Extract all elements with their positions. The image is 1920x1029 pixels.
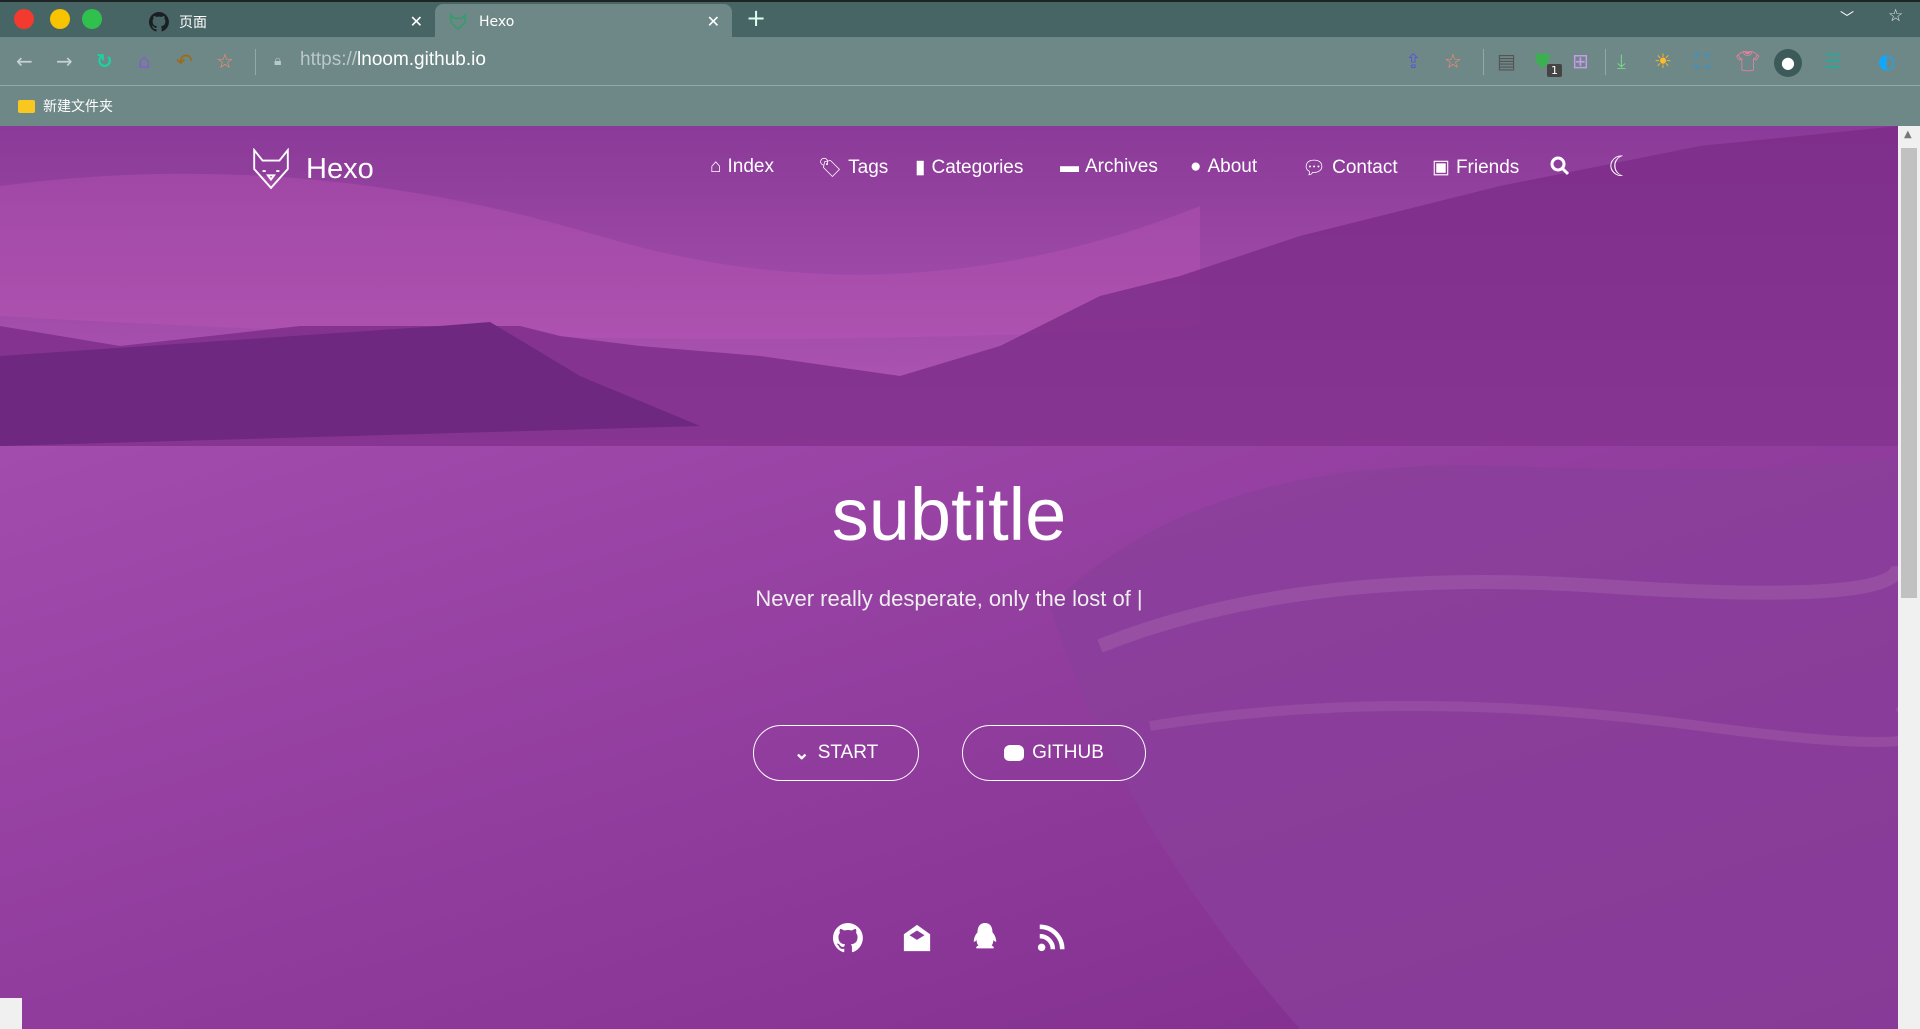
user-circle-icon: ● bbox=[1190, 156, 1202, 177]
address-bar[interactable]: https://lnoom.github.io bbox=[300, 49, 486, 71]
close-tab-icon[interactable]: ✕ bbox=[410, 12, 423, 31]
tab-hexo[interactable]: Hexo ✕ bbox=[435, 4, 732, 39]
extension-badge: 1 bbox=[1547, 64, 1562, 77]
nav-friends[interactable]: ▣ Friends bbox=[1432, 156, 1519, 179]
double-chevron-down-icon: ⌄ bbox=[793, 742, 810, 764]
archive-icon: ▬ bbox=[1060, 156, 1079, 177]
sun-icon[interactable]: ☀ bbox=[1654, 49, 1672, 73]
nav-about[interactable]: ● About bbox=[1190, 156, 1257, 178]
hero-title: subtitle bbox=[831, 473, 1067, 556]
moon-icon: ☾ bbox=[1608, 151, 1634, 182]
landscape-background bbox=[0, 126, 1898, 1029]
scrollbar-thumb[interactable] bbox=[1901, 148, 1917, 598]
share-icon[interactable]: ⇪ bbox=[1405, 49, 1422, 73]
forward-icon[interactable]: → bbox=[56, 49, 73, 73]
address-book-icon: ▣ bbox=[1432, 157, 1450, 178]
skin-shirt-icon[interactable]: 👕︎ bbox=[1735, 49, 1760, 73]
tags-icon: 🏷︎ bbox=[818, 158, 843, 179]
favorite-star-icon[interactable]: ☆ bbox=[216, 49, 234, 73]
github-icon bbox=[149, 11, 169, 31]
page-scrollbar[interactable]: ▲ bbox=[1898, 126, 1920, 1029]
nav-categories[interactable]: ▮ Categories bbox=[915, 156, 1023, 179]
tab-title: Hexo bbox=[479, 13, 515, 30]
bookmark-star-icon[interactable]: ☆ bbox=[1444, 49, 1462, 73]
reload-icon[interactable]: ↻ bbox=[96, 49, 113, 73]
folder-icon bbox=[18, 99, 35, 113]
search-icon bbox=[1550, 156, 1570, 176]
browser-logo-icon[interactable]: ◐ bbox=[1878, 49, 1895, 73]
bookmark-icon: ▮ bbox=[915, 157, 926, 178]
lock-icon: 🔒︎ bbox=[274, 53, 282, 69]
tab-bar: 页面 ✕ Hexo ✕ + ﹀ ☆ bbox=[0, 0, 1920, 39]
close-tab-icon[interactable]: ✕ bbox=[707, 12, 720, 31]
github-alt-icon bbox=[1004, 745, 1025, 761]
qq-icon[interactable] bbox=[970, 923, 1000, 953]
new-tab-button[interactable]: + bbox=[746, 4, 766, 32]
tab-github[interactable]: 页面 ✕ bbox=[135, 4, 435, 39]
nav-tags[interactable]: 🏷︎ Tags bbox=[818, 156, 888, 180]
menu-icon[interactable]: ☰ bbox=[1824, 49, 1842, 73]
github-icon[interactable] bbox=[833, 923, 863, 953]
maximize-window-button[interactable] bbox=[82, 9, 102, 29]
hero-section: Hexo ⌂ Index 🏷︎ Tags ▮ Categories ▬ Archives… bbox=[0, 126, 1898, 1029]
rss-icon[interactable] bbox=[1036, 923, 1066, 953]
tab-list-chevron-icon[interactable]: ﹀ bbox=[1840, 8, 1854, 28]
screenshot-icon[interactable]: ⛶ bbox=[1695, 49, 1709, 73]
comments-icon: 💬︎ bbox=[1302, 158, 1327, 179]
home-icon: ⌂ bbox=[710, 156, 722, 177]
search-button[interactable] bbox=[1550, 156, 1570, 176]
envelope-open-icon[interactable] bbox=[902, 923, 932, 953]
github-button[interactable]: GITHUB bbox=[962, 725, 1146, 781]
home-icon[interactable]: ⌂ bbox=[138, 49, 151, 73]
scroll-up-arrow-icon[interactable]: ▲ bbox=[1904, 129, 1912, 140]
close-window-button[interactable] bbox=[14, 9, 34, 29]
profile-avatar[interactable]: ● bbox=[1774, 49, 1802, 77]
tab-title: 页面 bbox=[179, 14, 207, 31]
start-button[interactable]: ⌄ START bbox=[753, 725, 919, 781]
fox-logo-icon bbox=[253, 148, 289, 190]
undo-icon[interactable]: ↶ bbox=[176, 49, 193, 73]
minimize-window-button[interactable] bbox=[50, 9, 70, 29]
fox-icon bbox=[450, 12, 466, 30]
nav-index[interactable]: ⌂ Index bbox=[710, 156, 774, 178]
bookmark-folder[interactable]: 新建文件夹 bbox=[18, 96, 113, 116]
nav-contact[interactable]: 💬︎ Contact bbox=[1302, 156, 1398, 180]
apps-grid-icon[interactable]: ⊞ bbox=[1572, 49, 1589, 73]
site-logo[interactable]: Hexo bbox=[250, 148, 374, 190]
download-icon[interactable]: ⤓ bbox=[1617, 49, 1626, 73]
reader-icon[interactable]: ▤ bbox=[1497, 49, 1516, 73]
page-corner bbox=[0, 998, 22, 1029]
bookmarks-bar: 新建文件夹 bbox=[0, 87, 1920, 125]
pin-icon[interactable]: ☆ bbox=[1888, 6, 1903, 26]
dark-mode-toggle[interactable]: ☾ bbox=[1608, 150, 1633, 183]
hero-tagline: Never really desperate, only the lost of… bbox=[755, 586, 1143, 611]
browser-toolbar: ← → ↻ ⌂ ↶ ☆ 🔒︎ https://lnoom.github.io ⇪… bbox=[0, 37, 1920, 86]
nav-archives[interactable]: ▬ Archives bbox=[1060, 156, 1158, 178]
back-icon[interactable]: ← bbox=[16, 49, 33, 73]
